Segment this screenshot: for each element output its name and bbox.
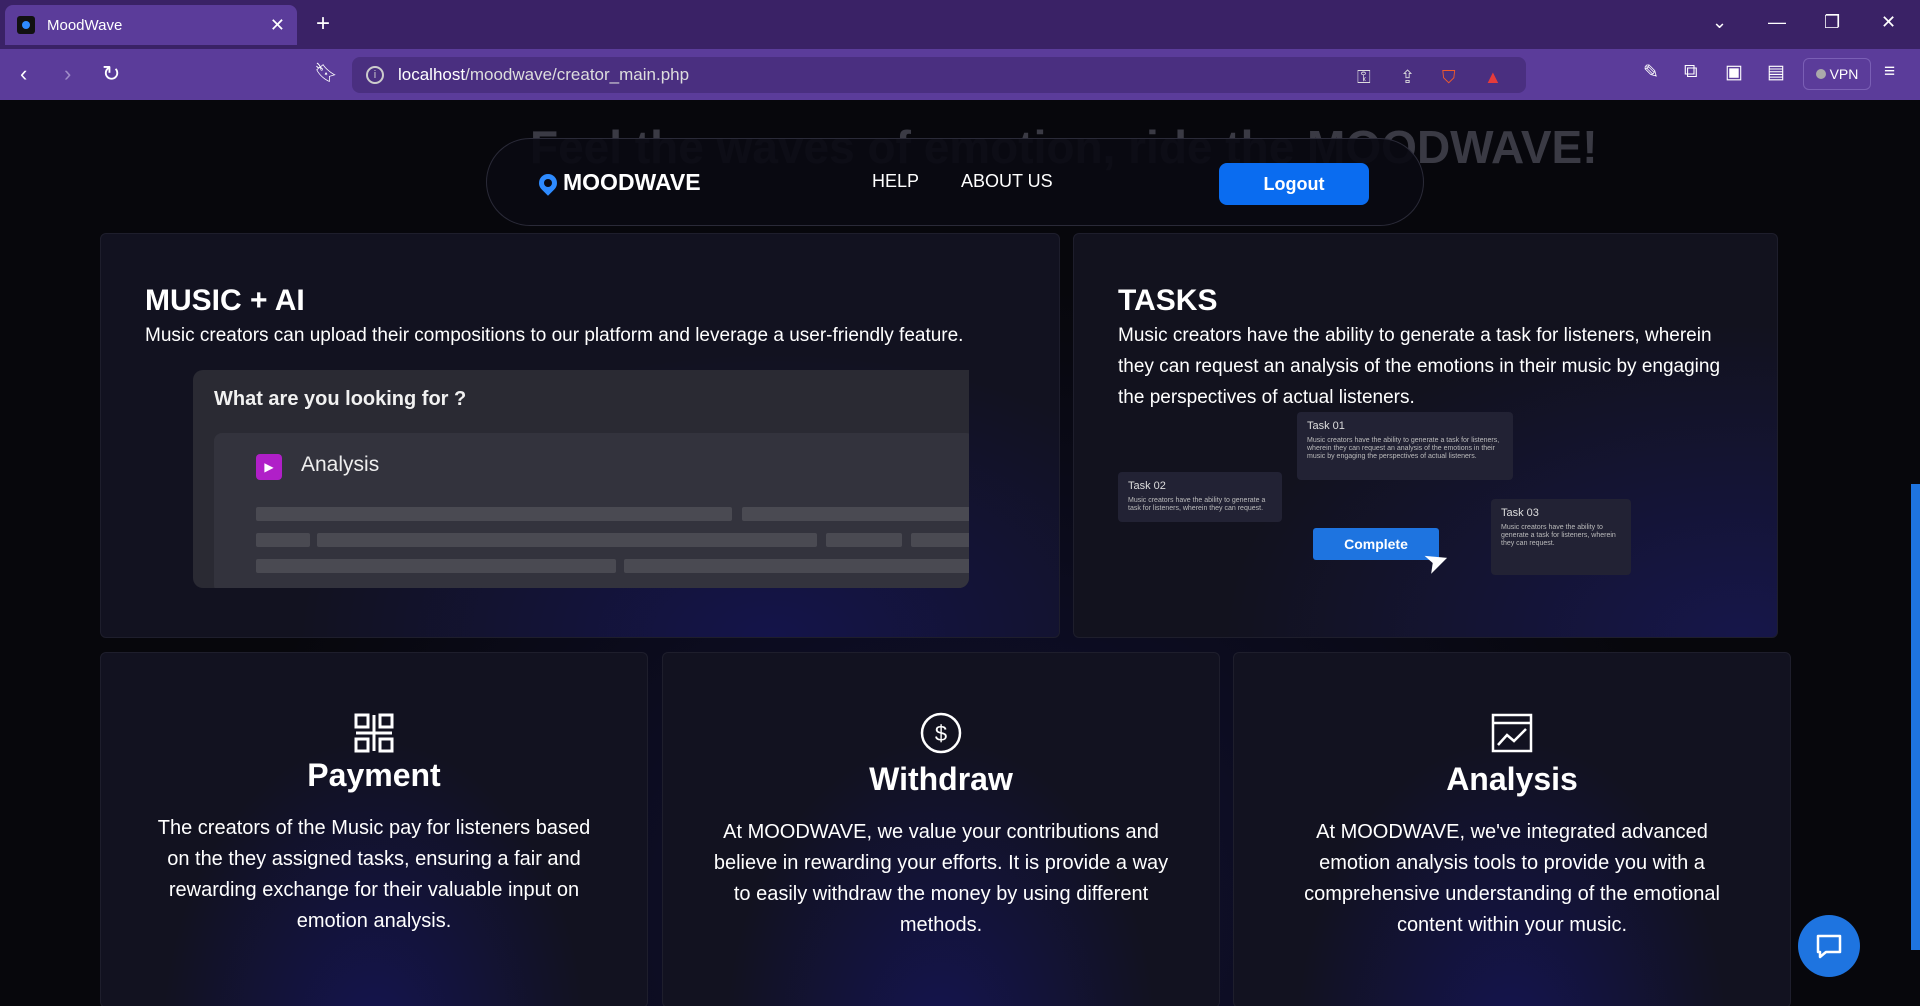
- task-title: Task 02: [1128, 480, 1166, 492]
- tab-title: MoodWave: [47, 16, 123, 34]
- chart-report-icon: [1491, 713, 1533, 753]
- mockup-result-panel: ▶ Analysis: [214, 433, 969, 588]
- logout-button[interactable]: Logout: [1219, 163, 1369, 205]
- bookmark-icon[interactable]: 🔖︎: [314, 61, 338, 85]
- placeholder-bar: [256, 559, 616, 573]
- page-content: Feel the waves of emotion, ride the MOOD…: [0, 100, 1920, 1006]
- placeholder-bar: [826, 533, 902, 547]
- address-bar[interactable]: i localhost/moodwave/creator_main.php ⚿ …: [352, 57, 1526, 93]
- dollar-coin-icon: $: [920, 712, 962, 754]
- share-icon[interactable]: ⇪: [1400, 67, 1415, 88]
- browser-toolbar: ‹ › ↻ 🔖︎ i localhost/moodwave/creator_ma…: [0, 49, 1920, 100]
- payment-title: Payment: [307, 757, 441, 793]
- payment-card: Payment The creators of the Music pay fo…: [100, 652, 648, 1006]
- withdraw-title: Withdraw: [869, 761, 1013, 797]
- site-logo[interactable]: MOODWAVE: [535, 169, 701, 196]
- nav-about-link[interactable]: ABOUT US: [961, 171, 1053, 192]
- task-card-02: Task 02 Music creators have the ability …: [1118, 472, 1282, 522]
- payment-desc: The creators of the Music pay for listen…: [157, 817, 591, 932]
- close-window-icon[interactable]: ✕: [1881, 12, 1896, 33]
- tab-close-icon[interactable]: ✕: [270, 15, 285, 36]
- task-title: Task 01: [1307, 420, 1345, 432]
- cursor-icon: ➤: [1419, 541, 1455, 582]
- music-ai-desc: Music creators can upload their composit…: [145, 325, 964, 346]
- forward-icon[interactable]: ›: [64, 61, 71, 87]
- task-body: Music creators have the ability to gener…: [1501, 524, 1616, 547]
- analysis-title: Analysis: [1446, 761, 1578, 797]
- page-scrollbar[interactable]: [1911, 484, 1920, 950]
- site-navbar: MOODWAVE HELP ABOUT US Logout: [486, 138, 1424, 226]
- edit-icon[interactable]: ✎: [1643, 61, 1659, 84]
- chat-icon: [1816, 934, 1842, 959]
- search-mockup-image: What are you looking for ? ▶ Analysis: [193, 370, 969, 588]
- qr-code-icon: [354, 713, 394, 753]
- placeholder-bar: [256, 533, 310, 547]
- withdraw-card: $ Withdraw At MOODWAVE, we value your co…: [662, 652, 1220, 1006]
- wallet-icon[interactable]: ▤: [1767, 61, 1785, 84]
- url-host: localhost: [398, 65, 466, 84]
- placeholder-bar: [742, 507, 969, 521]
- withdraw-desc: At MOODWAVE, we value your contributions…: [713, 821, 1169, 936]
- browser-tabbar: MoodWave ✕ + ⌄ — ❐ ✕: [0, 0, 1920, 49]
- minimize-icon[interactable]: —: [1768, 12, 1786, 33]
- task-body: Music creators have the ability to gener…: [1307, 437, 1500, 460]
- tab-search-icon[interactable]: ⌄: [1712, 12, 1727, 33]
- menu-icon[interactable]: ≡: [1884, 61, 1895, 83]
- chat-button[interactable]: [1798, 915, 1860, 977]
- music-ai-title: MUSIC + AI: [145, 284, 305, 317]
- key-icon[interactable]: ⚿: [1357, 67, 1371, 88]
- task-card-01: Task 01 Music creators have the ability …: [1297, 412, 1513, 480]
- mockup-item-label: Analysis: [301, 453, 380, 476]
- brave-shield-icon[interactable]: ⛉: [1442, 67, 1456, 88]
- url-path: /moodwave/creator_main.php: [465, 65, 690, 84]
- new-tab-button[interactable]: +: [316, 10, 330, 38]
- task-title: Task 03: [1501, 507, 1539, 519]
- site-favicon-icon: [17, 16, 35, 34]
- site-info-icon[interactable]: i: [366, 66, 384, 84]
- browser-tab[interactable]: MoodWave ✕: [5, 5, 297, 45]
- restore-icon[interactable]: ❐: [1824, 12, 1840, 33]
- logo-pin-icon: [535, 169, 561, 196]
- music-ai-card: MUSIC + AI Music creators can upload the…: [100, 233, 1060, 638]
- vpn-button[interactable]: VPN: [1803, 58, 1871, 90]
- tasks-desc: Music creators have the ability to gener…: [1118, 325, 1721, 408]
- brave-rewards-icon[interactable]: ▲: [1484, 67, 1502, 88]
- placeholder-bar: [911, 533, 969, 547]
- logo-text: MOODWAVE: [563, 169, 701, 195]
- mockup-question: What are you looking for ?: [214, 388, 467, 410]
- analysis-desc: At MOODWAVE, we've integrated advanced e…: [1304, 821, 1720, 936]
- placeholder-bar: [256, 507, 732, 521]
- reload-icon[interactable]: ↻: [102, 61, 120, 87]
- play-icon: ▶: [256, 454, 282, 480]
- task-body: Music creators have the ability to gener…: [1128, 497, 1266, 512]
- placeholder-bar: [624, 559, 969, 573]
- extensions-icon[interactable]: ⧉: [1684, 61, 1698, 83]
- tasks-title: TASKS: [1118, 284, 1218, 317]
- sidebar-icon[interactable]: ▣: [1725, 61, 1743, 84]
- vpn-label: VPN: [1829, 66, 1859, 82]
- nav-help-link[interactable]: HELP: [872, 171, 919, 192]
- svg-text:$: $: [935, 721, 947, 746]
- task-card-03: Task 03 Music creators have the ability …: [1491, 499, 1631, 575]
- placeholder-bar: [317, 533, 817, 547]
- analysis-card: Analysis At MOODWAVE, we've integrated a…: [1233, 652, 1791, 1006]
- back-icon[interactable]: ‹: [20, 61, 27, 87]
- tasks-card: TASKS Music creators have the ability to…: [1073, 233, 1778, 638]
